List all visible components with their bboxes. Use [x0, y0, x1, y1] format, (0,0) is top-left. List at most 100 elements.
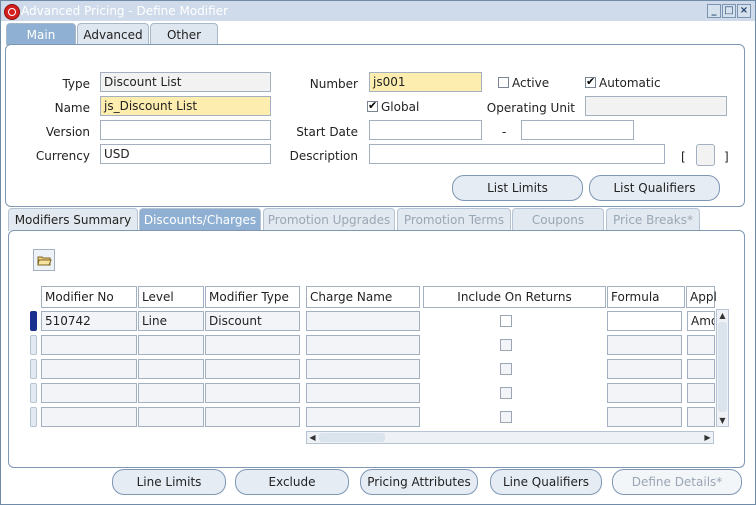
cell-modifier-type[interactable]: Discount	[205, 311, 300, 331]
name-field[interactable]: js_Discount List	[100, 96, 271, 116]
end-date-field[interactable]	[521, 120, 634, 140]
version-field[interactable]	[100, 120, 271, 140]
modifier-window: Advanced Pricing - Define Modifier _ □ ×…	[0, 0, 756, 505]
col-formula[interactable]: Formula	[607, 286, 685, 308]
row-indicator-current[interactable]	[30, 311, 37, 331]
description-label: Description	[289, 149, 358, 163]
tab-promotion-upgrades[interactable]: Promotion Upgrades	[263, 208, 395, 231]
scroll-right-icon[interactable]: ▶	[703, 433, 712, 442]
window-title: Advanced Pricing - Define Modifier	[21, 4, 228, 18]
col-include-on-returns[interactable]: Include On Returns	[423, 286, 606, 308]
cell-level[interactable]	[138, 407, 204, 427]
cell-level[interactable]: Line	[138, 311, 204, 331]
cell-modifier-no[interactable]	[41, 359, 137, 379]
cell-formula[interactable]	[607, 407, 682, 427]
col-level[interactable]: Level	[138, 286, 204, 308]
cell-modifier-no[interactable]	[41, 383, 137, 403]
row-indicator[interactable]	[30, 335, 37, 355]
type-field[interactable]: Discount List	[100, 72, 271, 92]
tab-main[interactable]: Main	[6, 23, 76, 45]
oracle-logo-icon	[4, 4, 20, 20]
cell-charge-name[interactable]	[306, 311, 420, 331]
line-limits-button[interactable]: Line Limits	[112, 469, 226, 495]
cell-formula[interactable]	[607, 311, 682, 331]
date-separator: -	[502, 125, 507, 139]
cell-appl[interactable]: Amo	[687, 311, 715, 331]
cell-appl[interactable]	[687, 359, 715, 379]
maximize-icon[interactable]: □	[722, 4, 736, 18]
pricing-attributes-button[interactable]: Pricing Attributes	[360, 469, 478, 495]
tab-other-label: Other	[166, 28, 202, 42]
cell-modifier-type[interactable]	[205, 359, 300, 379]
horizontal-scrollbar[interactable]: ◀ ▶	[306, 431, 714, 444]
include-on-returns-checkbox[interactable]	[500, 387, 512, 399]
cell-level[interactable]	[138, 335, 204, 355]
cell-modifier-type[interactable]	[205, 335, 300, 355]
number-field[interactable]: js001	[369, 72, 482, 92]
cell-charge-name[interactable]	[306, 335, 420, 355]
active-label: Active	[512, 76, 550, 90]
operating-unit-field[interactable]	[585, 96, 727, 116]
active-checkbox[interactable]	[498, 77, 509, 88]
vertical-scrollbar[interactable]: ▲ ▼	[716, 309, 729, 427]
start-date-field[interactable]	[369, 120, 482, 140]
line-qualifiers-button[interactable]: Line Qualifiers	[490, 469, 602, 495]
cell-level[interactable]	[138, 383, 204, 403]
flexfield-box[interactable]	[696, 144, 715, 166]
flexfield-bracket-close: ]	[724, 150, 729, 164]
folder-tool-button[interactable]	[33, 249, 55, 271]
cell-formula[interactable]	[607, 359, 682, 379]
tab-advanced[interactable]: Advanced	[77, 23, 149, 45]
cell-charge-name[interactable]	[306, 383, 420, 403]
cell-modifier-no[interactable]	[41, 335, 137, 355]
global-checkbox[interactable]	[367, 99, 378, 112]
cell-appl[interactable]	[687, 407, 715, 427]
tab-modifiers-summary[interactable]: Modifiers Summary	[8, 208, 138, 231]
tab-discounts-charges[interactable]: Discounts/Charges	[139, 208, 261, 231]
cell-charge-name[interactable]	[306, 359, 420, 379]
start-date-label: Start Date	[296, 125, 358, 139]
minimize-icon[interactable]: _	[707, 4, 721, 18]
currency-label: Currency	[35, 149, 90, 163]
row-indicator[interactable]	[30, 383, 37, 403]
include-on-returns-checkbox[interactable]	[500, 339, 512, 351]
cell-modifier-type[interactable]	[205, 383, 300, 403]
tab-promotion-terms[interactable]: Promotion Terms	[397, 208, 511, 231]
col-appl[interactable]: Appl	[686, 286, 717, 308]
automatic-checkbox[interactable]	[585, 75, 596, 88]
col-modifier-no[interactable]: Modifier No	[41, 286, 137, 308]
close-icon[interactable]: ×	[737, 4, 751, 18]
cell-modifier-no[interactable]	[41, 407, 137, 427]
col-modifier-type[interactable]: Modifier Type	[205, 286, 300, 308]
include-on-returns-checkbox[interactable]	[500, 411, 512, 423]
tab-coupons[interactable]: Coupons	[512, 208, 604, 231]
tab-price-breaks[interactable]: Price Breaks*	[606, 208, 700, 231]
cell-appl[interactable]	[687, 383, 715, 403]
scroll-left-icon[interactable]: ◀	[308, 433, 317, 442]
exclude-button[interactable]: Exclude	[235, 469, 349, 495]
title-bar[interactable]: Advanced Pricing - Define Modifier _ □ ×	[1, 1, 755, 21]
cell-level[interactable]	[138, 359, 204, 379]
vertical-scroll-thumb[interactable]	[718, 322, 727, 412]
cell-formula[interactable]	[607, 335, 682, 355]
include-on-returns-checkbox[interactable]	[500, 363, 512, 375]
cell-charge-name[interactable]	[306, 407, 420, 427]
name-label: Name	[54, 101, 90, 115]
cell-formula[interactable]	[607, 383, 682, 403]
tab-other[interactable]: Other	[150, 23, 218, 45]
description-field[interactable]	[369, 144, 665, 164]
cell-modifier-no[interactable]: 510742	[41, 311, 137, 331]
list-limits-button[interactable]: List Limits	[452, 175, 583, 201]
horizontal-scroll-thumb[interactable]	[319, 433, 385, 442]
col-charge-name[interactable]: Charge Name	[306, 286, 420, 308]
cell-appl[interactable]	[687, 335, 715, 355]
scroll-up-icon[interactable]: ▲	[718, 311, 727, 320]
currency-field[interactable]: USD	[100, 144, 271, 164]
define-details-button[interactable]: Define Details*	[612, 469, 742, 495]
include-on-returns-checkbox[interactable]	[500, 315, 512, 327]
list-qualifiers-button[interactable]: List Qualifiers	[589, 175, 720, 201]
row-indicator[interactable]	[30, 359, 37, 379]
row-indicator[interactable]	[30, 407, 37, 427]
cell-modifier-type[interactable]	[205, 407, 300, 427]
scroll-down-icon[interactable]: ▼	[718, 416, 727, 425]
